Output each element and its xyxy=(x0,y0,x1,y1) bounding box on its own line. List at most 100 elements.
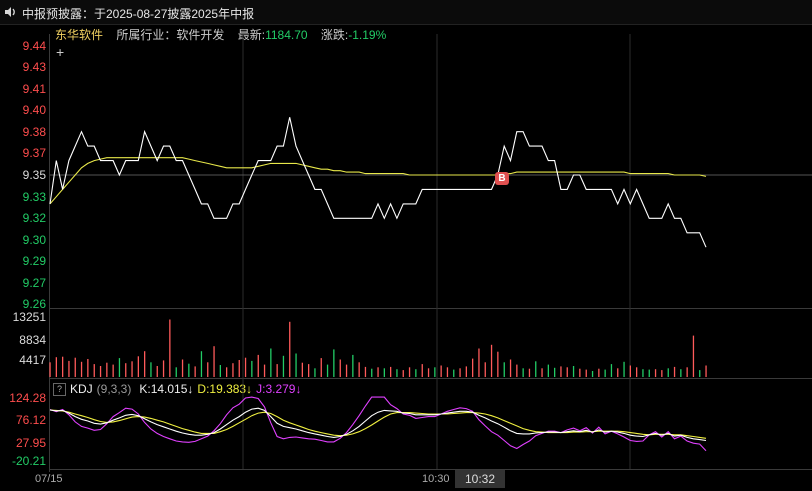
volume-bar xyxy=(358,362,360,377)
volume-bar xyxy=(434,367,436,377)
volume-bar xyxy=(188,363,190,377)
volume-bar xyxy=(295,353,297,377)
volume-bar xyxy=(169,319,171,377)
volume-bar xyxy=(320,358,322,377)
volume-bar xyxy=(636,367,638,377)
volume-bar xyxy=(125,363,127,377)
volume-bar xyxy=(472,358,474,377)
volume-bar xyxy=(699,370,701,377)
volume-bar xyxy=(276,364,278,377)
volume-bar xyxy=(440,365,442,377)
volume-bar xyxy=(610,364,613,377)
volume-bar xyxy=(415,369,417,377)
volume-bar xyxy=(49,362,51,377)
volume-bar xyxy=(617,368,619,377)
volume-bar xyxy=(560,366,562,377)
volume-bar xyxy=(579,368,581,377)
volume-bar xyxy=(402,370,404,377)
volume-bar xyxy=(623,361,625,377)
volume-bar xyxy=(131,361,133,377)
volume-bar xyxy=(661,370,663,377)
volume-bar xyxy=(535,361,537,377)
volume-bar xyxy=(497,351,499,377)
volume-bar xyxy=(200,351,203,377)
volume-bar xyxy=(213,346,215,377)
volume-bar xyxy=(680,369,682,377)
volume-bar xyxy=(692,335,695,377)
volume-bar xyxy=(345,364,348,377)
volume-bar xyxy=(62,356,64,377)
volume-bar xyxy=(352,354,354,377)
volume-bar xyxy=(390,366,392,377)
buy-marker[interactable]: B xyxy=(495,172,509,185)
volume-bar xyxy=(55,357,57,377)
volume-bar xyxy=(705,365,707,377)
volume-bar xyxy=(509,359,512,377)
volume-bar xyxy=(251,360,253,377)
average-price-line xyxy=(49,157,707,205)
volume-bar xyxy=(106,362,108,377)
volume-bar xyxy=(333,349,335,377)
volume-bar xyxy=(263,364,266,377)
volume-bar xyxy=(150,362,152,377)
volume-bar xyxy=(194,366,196,377)
volume-bar xyxy=(484,362,486,377)
volume-bar xyxy=(175,367,177,377)
volume-bar xyxy=(93,364,95,377)
price-line xyxy=(49,117,707,248)
volume-bar xyxy=(87,359,89,377)
volume-bar xyxy=(585,369,587,377)
volume-bar xyxy=(522,368,524,377)
volume-bar xyxy=(629,365,631,377)
volume-bar xyxy=(118,358,121,377)
volume-bar xyxy=(396,369,398,377)
volume-bar xyxy=(181,359,184,377)
volume-bar xyxy=(68,360,70,377)
volume-bar xyxy=(257,354,259,377)
volume-bar xyxy=(528,368,531,377)
volume-bar xyxy=(289,321,291,377)
x-axis-start-label: 07/15 xyxy=(35,473,63,485)
volume-bar xyxy=(516,364,518,377)
volume-bar xyxy=(308,364,310,377)
volume-bar xyxy=(604,369,606,377)
volume-bar xyxy=(427,368,430,377)
x-axis-selected-time: 10:32 xyxy=(455,470,505,488)
volume-bar xyxy=(226,367,228,377)
volume-bar xyxy=(541,368,543,377)
volume-bar xyxy=(219,365,221,377)
volume-bar xyxy=(490,344,493,377)
volume-bar xyxy=(667,368,669,377)
volume-bar xyxy=(238,360,240,377)
volume-bar xyxy=(314,368,316,377)
volume-bar xyxy=(112,364,114,377)
x-axis-mid-label: 10:30 xyxy=(422,473,450,485)
volume-bar xyxy=(244,357,247,377)
volume-bar xyxy=(465,366,467,377)
volume-bar xyxy=(654,369,657,377)
volume-bar xyxy=(144,351,146,377)
volume-bar xyxy=(591,371,594,377)
volume-bar xyxy=(364,366,367,377)
volume-bar xyxy=(99,366,102,377)
volume-bar xyxy=(162,360,165,377)
volume-bar xyxy=(686,367,688,377)
kdj-k-line xyxy=(49,407,707,442)
intraday-chart[interactable] xyxy=(0,0,812,491)
volume-bar xyxy=(459,368,461,377)
volume-bar xyxy=(156,366,158,377)
volume-bar xyxy=(408,367,411,377)
volume-bar xyxy=(453,369,455,377)
volume-bar xyxy=(446,367,449,377)
volume-bar xyxy=(371,368,373,377)
volume-bar xyxy=(673,366,676,377)
volume-bar xyxy=(270,348,272,377)
volume-bar xyxy=(572,366,575,377)
volume-bar xyxy=(421,364,423,377)
volume-bar xyxy=(383,368,385,377)
volume-bar xyxy=(648,369,650,377)
volume-bar xyxy=(301,362,303,377)
volume-bar xyxy=(377,367,379,377)
volume-bar xyxy=(566,367,568,377)
volume-bar xyxy=(232,363,234,377)
